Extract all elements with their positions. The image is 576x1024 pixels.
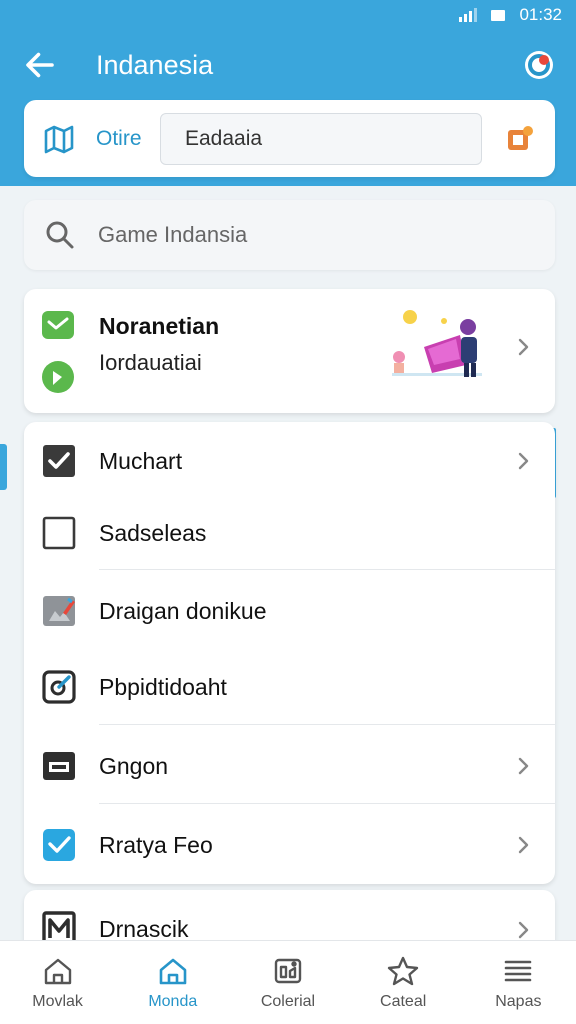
nav-label: Napas xyxy=(495,992,542,1010)
list-item[interactable]: Muchart xyxy=(24,422,555,500)
page-title: Indanesia xyxy=(96,49,214,80)
home-icon xyxy=(44,958,71,984)
list-item[interactable]: Rratya Feo xyxy=(24,806,555,884)
back-arrow-icon[interactable] xyxy=(22,47,58,83)
list-item-label: Muchart xyxy=(99,447,183,474)
edit-square-icon xyxy=(42,670,76,704)
star-icon xyxy=(387,956,419,985)
location-label: Otire xyxy=(96,126,142,150)
list-item[interactable]: Sadseleas xyxy=(24,494,555,572)
search-bar[interactable]: Game Indansia xyxy=(24,200,555,270)
list-item[interactable]: Gngon xyxy=(24,727,555,805)
drawer-handle[interactable] xyxy=(0,444,7,490)
nav-item-cateal[interactable]: Cateal xyxy=(348,955,458,1011)
nav-item-monda[interactable]: Monda xyxy=(118,955,228,1011)
search-text: Game Indansia xyxy=(98,222,248,247)
feature-subtitle: Iordauatiai xyxy=(99,350,202,375)
check-badge-icon xyxy=(43,829,75,861)
divider xyxy=(99,569,555,570)
bottom-nav: Movlak Monda Colerial Cateal Napas xyxy=(0,940,576,1024)
search-icon xyxy=(46,221,74,249)
list-item-label: Pbpidtidoaht xyxy=(99,673,227,700)
location-pin-icon xyxy=(42,361,74,393)
app-bar: Indanesia xyxy=(0,30,576,100)
divider xyxy=(99,724,555,725)
list-item-label: Rratya Feo xyxy=(99,831,213,858)
nav-item-movlak[interactable]: Movlak xyxy=(3,955,113,1011)
menu-icon xyxy=(505,960,532,981)
list-item-label: Gngon xyxy=(99,752,169,779)
nav-label: Movlak xyxy=(32,992,83,1010)
checkbox-checked-icon[interactable] xyxy=(41,443,77,479)
list-item-label: Drnascik xyxy=(99,916,189,942)
profile-badge-icon[interactable] xyxy=(522,48,556,82)
chevron-right-icon[interactable] xyxy=(511,918,535,942)
home-icon xyxy=(159,958,187,984)
map-icon xyxy=(44,125,74,153)
chevron-right-icon[interactable] xyxy=(511,833,535,857)
chevron-right-icon[interactable] xyxy=(511,754,535,778)
list-item[interactable]: Pbpidtidoaht xyxy=(24,648,555,726)
list-item[interactable]: Draigan donikue xyxy=(24,572,555,650)
signal-icon xyxy=(459,8,478,22)
divider xyxy=(99,803,555,804)
nav-label: Colerial xyxy=(260,992,316,1010)
nav-label: Cateal xyxy=(380,992,427,1010)
list-item-label: Sadseleas xyxy=(99,519,207,546)
nav-item-colerial[interactable]: Colerial xyxy=(233,955,343,1011)
location-input[interactable] xyxy=(160,113,482,165)
nav-item-napas[interactable]: Napas xyxy=(463,955,573,1011)
nav-label: Monda xyxy=(148,992,198,1010)
status-bar: 01:32 xyxy=(0,0,576,30)
edit-image-icon xyxy=(43,596,75,626)
status-time: 01:32 xyxy=(519,5,562,24)
location-card: Otire xyxy=(24,100,555,177)
feature-card[interactable]: Noranetian Iordauatiai xyxy=(24,289,555,413)
battery-icon xyxy=(491,9,506,21)
chat-bubble-icon xyxy=(42,311,74,339)
chevron-right-icon[interactable] xyxy=(511,335,535,359)
chevron-right-icon[interactable] xyxy=(511,449,535,473)
photo-card-icon xyxy=(274,958,302,983)
window-icon xyxy=(43,752,75,780)
shopper-illustration-icon xyxy=(392,310,482,377)
feature-title: Noranetian xyxy=(99,313,220,339)
settings-list: Muchart Sadseleas Draigan donikue Pbpidt… xyxy=(24,422,555,884)
edit-note-icon[interactable] xyxy=(505,124,535,154)
list-item-label: Draigan donikue xyxy=(99,597,267,624)
checkbox-empty-icon[interactable] xyxy=(41,515,77,551)
